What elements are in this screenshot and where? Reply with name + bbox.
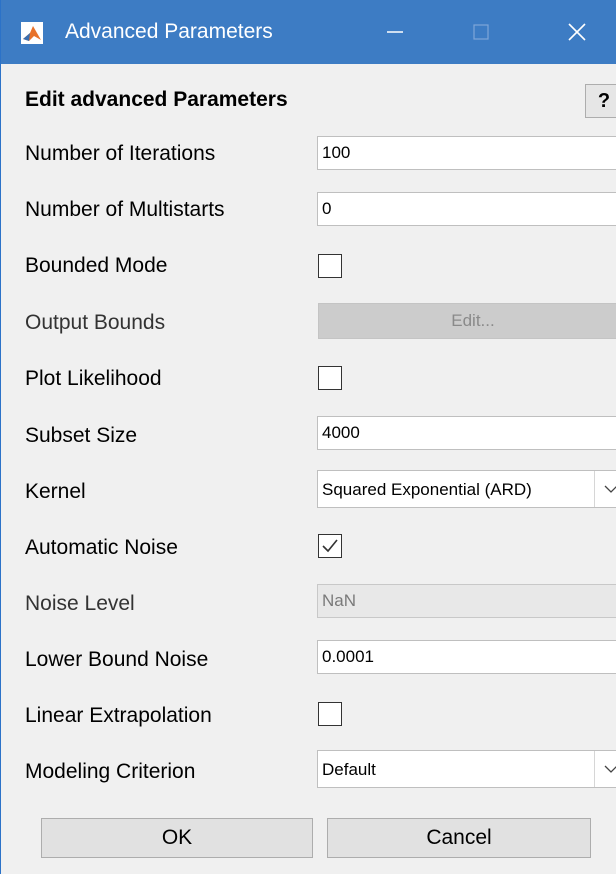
bounded-mode-label: Bounded Mode xyxy=(25,254,168,277)
matlab-logo-icon xyxy=(21,22,43,44)
close-icon xyxy=(568,23,586,41)
dialog-heading: Edit advanced Parameters xyxy=(25,88,288,111)
chevron-down-icon xyxy=(604,485,616,493)
multistarts-label: Number of Multistarts xyxy=(25,198,225,221)
modeling-criterion-selected-value: Default xyxy=(322,760,376,779)
linear-extrapolation-label: Linear Extrapolation xyxy=(25,704,212,727)
advanced-parameters-dialog: Advanced Parameters Edit advanced Parame… xyxy=(0,0,616,874)
automatic-noise-checkbox[interactable] xyxy=(318,534,342,558)
output-bounds-label: Output Bounds xyxy=(25,311,166,334)
plot-likelihood-label: Plot Likelihood xyxy=(25,367,162,390)
subset-size-label: Subset Size xyxy=(25,424,138,447)
subset-size-input[interactable]: 4000 xyxy=(317,416,616,450)
noise-level-input[interactable]: NaN xyxy=(317,584,616,618)
help-button[interactable]: ? xyxy=(585,84,616,118)
linear-extrapolation-checkbox[interactable] xyxy=(318,702,342,726)
kernel-selected-value: Squared Exponential (ARD) xyxy=(322,480,532,499)
modeling-criterion-dropdown-arrow[interactable] xyxy=(594,751,616,787)
bounded-mode-checkbox[interactable] xyxy=(318,254,342,278)
modeling-criterion-label: Modeling Criterion xyxy=(25,760,196,783)
maximize-icon xyxy=(473,24,489,40)
modeling-criterion-dropdown[interactable]: Default xyxy=(317,750,616,788)
lower-bound-noise-label: Lower Bound Noise xyxy=(25,648,209,671)
minimize-icon xyxy=(387,31,403,33)
kernel-label: Kernel xyxy=(25,480,86,503)
ok-button[interactable]: OK xyxy=(41,818,313,858)
chevron-down-icon xyxy=(604,765,616,773)
lower-bound-noise-input[interactable]: 0.0001 xyxy=(317,640,616,674)
checkmark-icon xyxy=(322,539,338,553)
noise-level-label: Noise Level xyxy=(25,592,135,615)
automatic-noise-label: Automatic Noise xyxy=(25,536,178,559)
maximize-button[interactable] xyxy=(461,14,501,50)
output-bounds-edit-button[interactable]: Edit... xyxy=(318,303,616,339)
kernel-dropdown[interactable]: Squared Exponential (ARD) xyxy=(317,470,616,508)
window-title: Advanced Parameters xyxy=(65,20,273,43)
kernel-dropdown-arrow[interactable] xyxy=(594,471,616,507)
cancel-button[interactable]: Cancel xyxy=(327,818,591,858)
iterations-label: Number of Iterations xyxy=(25,142,216,165)
title-bar: Advanced Parameters xyxy=(1,0,616,64)
plot-likelihood-checkbox[interactable] xyxy=(318,366,342,390)
close-button[interactable] xyxy=(557,14,597,50)
multistarts-input[interactable]: 0 xyxy=(317,192,616,226)
minimize-button[interactable] xyxy=(375,14,415,50)
iterations-input[interactable]: 100 xyxy=(317,136,616,170)
